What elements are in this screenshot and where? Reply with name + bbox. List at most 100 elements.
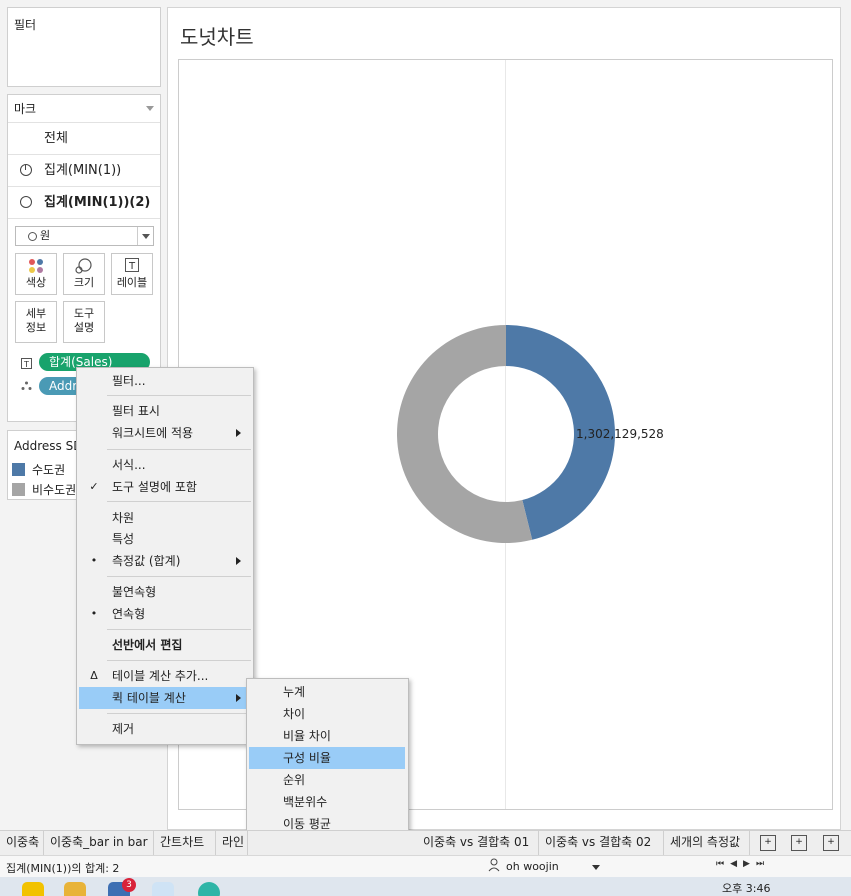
tooltip-button[interactable]: 도구 설명: [63, 301, 105, 343]
new-story-icon[interactable]: +: [823, 835, 839, 851]
marks-title: 마크: [14, 102, 37, 116]
context-menu-item[interactable]: 퀵 테이블 계산: [79, 687, 249, 709]
chevron-down-icon[interactable]: [146, 106, 154, 111]
context-menu-item-label: 퀵 테이블 계산: [112, 691, 186, 705]
chevron-down-icon[interactable]: [137, 227, 153, 245]
submenu-item[interactable]: 차이: [249, 703, 405, 725]
submenu-item[interactable]: 비율 차이: [249, 725, 405, 747]
legend-item-label: 비수도권: [32, 483, 77, 497]
menu-separator: [107, 660, 251, 661]
sheet-title[interactable]: 도넛차트: [180, 21, 254, 50]
context-menu-item[interactable]: • 측정값 (합계): [79, 550, 249, 572]
menu-separator: [107, 395, 251, 396]
label-button[interactable]: T 레이블: [111, 253, 153, 295]
context-menu-item[interactable]: Δ 테이블 계산 추가...: [79, 665, 249, 687]
menu-check-icon: Δ: [90, 669, 98, 682]
pill-context-menu: 필터... 필터 표시워크시트에 적용서식... ✓ 도구 설명에 포함차원 특성 • 측정…: [76, 367, 254, 745]
tab-sheet[interactable]: 간트차트: [154, 831, 216, 855]
folder-icon[interactable]: [64, 882, 86, 896]
submenu-item[interactable]: 누계: [249, 681, 405, 703]
context-menu-item[interactable]: ✓ 도구 설명에 포함: [79, 476, 249, 498]
status-summary: 집계(MIN(1))의 합계: 2: [6, 862, 120, 875]
context-menu-item[interactable]: 선반에서 편집: [79, 634, 249, 656]
marks-row-label: 집계(MIN(1))(2): [44, 195, 151, 210]
legend-item[interactable]: 수도권: [12, 463, 65, 477]
legend-swatch: [12, 463, 25, 476]
sheet-nav-controls[interactable]: ⏮◀▶⏭: [716, 859, 770, 869]
tab-label: 라인: [222, 835, 245, 849]
marks-row-all[interactable]: 전체: [8, 123, 160, 155]
new-worksheet-icon[interactable]: +: [760, 835, 776, 851]
size-icon: [64, 254, 104, 276]
submenu-item[interactable]: 백분위수: [249, 791, 405, 813]
submenu-arrow-icon: [236, 694, 241, 702]
circle-mark-icon: [20, 196, 32, 208]
user-menu[interactable]: oh woojin: [484, 858, 606, 876]
label-label: 레이블: [116, 276, 148, 289]
legend-item[interactable]: 비수도권: [12, 483, 76, 497]
color-button[interactable]: 색상: [15, 253, 57, 295]
detail-dots-icon: [21, 381, 32, 394]
marks-row-min1[interactable]: 집계(MIN(1)): [8, 155, 160, 187]
user-name: oh woojin: [506, 860, 559, 873]
notification-badge: 3: [122, 878, 136, 892]
context-menu-item-label: 도구 설명에 포함: [112, 480, 197, 494]
legend-title: Address SD: [14, 439, 83, 453]
context-menu-item-label: 제거: [112, 722, 135, 736]
os-taskbar: 3 오후 3:46: [0, 877, 851, 896]
chevron-down-icon[interactable]: [592, 865, 600, 870]
address-pill-label: Addr: [49, 379, 78, 393]
context-menu-item-label: 필터 표시: [112, 404, 160, 418]
tableau-icon[interactable]: [152, 882, 174, 896]
kakaotalk-icon[interactable]: [22, 882, 44, 896]
menu-separator: [107, 501, 251, 502]
tab-sheet[interactable]: 이중축_bar in bar: [44, 831, 154, 855]
size-label: 크기: [73, 276, 95, 289]
context-menu-item[interactable]: 서식...: [79, 454, 249, 476]
context-menu-item[interactable]: 워크시트에 적용: [79, 422, 249, 444]
color-label: 색상: [25, 276, 47, 289]
marks-row-min1-2[interactable]: 집계(MIN(1))(2): [8, 187, 160, 219]
context-menu-item[interactable]: 필터...: [79, 370, 249, 392]
text-label-icon: T: [21, 358, 32, 372]
tab-sheet[interactable]: 이중축 vs 결합축 02: [539, 831, 664, 855]
tab-sheet[interactable]: 세개의 측정값: [664, 831, 750, 855]
menu-check-icon: ✓: [89, 480, 99, 493]
tab-label: 이중축_bar in bar: [50, 835, 148, 849]
new-dashboard-icon[interactable]: +: [791, 835, 807, 851]
taskbar-clock: 오후 3:46: [722, 882, 771, 895]
context-menu-item[interactable]: 제거: [79, 718, 249, 740]
detail-label-1: 세부: [25, 307, 47, 320]
menu-separator: [107, 576, 251, 577]
mark-type-select[interactable]: 원: [15, 226, 154, 246]
size-button[interactable]: 크기: [63, 253, 105, 295]
tab-sheet[interactable]: 이중축: [0, 831, 44, 855]
tab-sheet[interactable]: 이중축 vs 결합축 01: [417, 831, 539, 855]
context-menu-item[interactable]: 필터 표시: [79, 400, 249, 422]
circle-icon: [28, 232, 37, 241]
user-icon: [488, 858, 500, 878]
context-menu-item-label: 테이블 계산 추가...: [112, 669, 209, 683]
context-menu-item[interactable]: 차원: [79, 507, 249, 529]
menu-check-icon: •: [90, 554, 98, 567]
submenu-item-label: 비율 차이: [283, 729, 331, 743]
detail-button[interactable]: 세부 정보: [15, 301, 57, 343]
tab-sheet[interactable]: 라인: [216, 831, 248, 855]
context-menu-item-label: 필터...: [112, 374, 146, 388]
submenu-item[interactable]: 구성 비율: [249, 747, 405, 769]
legend-swatch: [12, 483, 25, 496]
submenu-item-label: 구성 비율: [283, 751, 331, 765]
marks-row-label: 전체: [44, 131, 68, 146]
context-menu-item[interactable]: 불연속형: [79, 581, 249, 603]
submenu-item-label: 차이: [283, 707, 306, 721]
marks-header[interactable]: 마크: [8, 95, 160, 123]
tooltip-label-2: 설명: [73, 321, 95, 334]
filters-shelf[interactable]: 필터: [7, 7, 161, 87]
filters-title: 필터: [14, 18, 37, 32]
context-menu-item[interactable]: 특성: [79, 528, 249, 550]
submenu-item[interactable]: 순위: [249, 769, 405, 791]
edge-icon[interactable]: [198, 882, 220, 896]
context-menu-item-label: 선반에서 편집: [112, 638, 183, 652]
submenu-arrow-icon: [236, 557, 241, 565]
context-menu-item[interactable]: • 연속형: [79, 603, 249, 625]
